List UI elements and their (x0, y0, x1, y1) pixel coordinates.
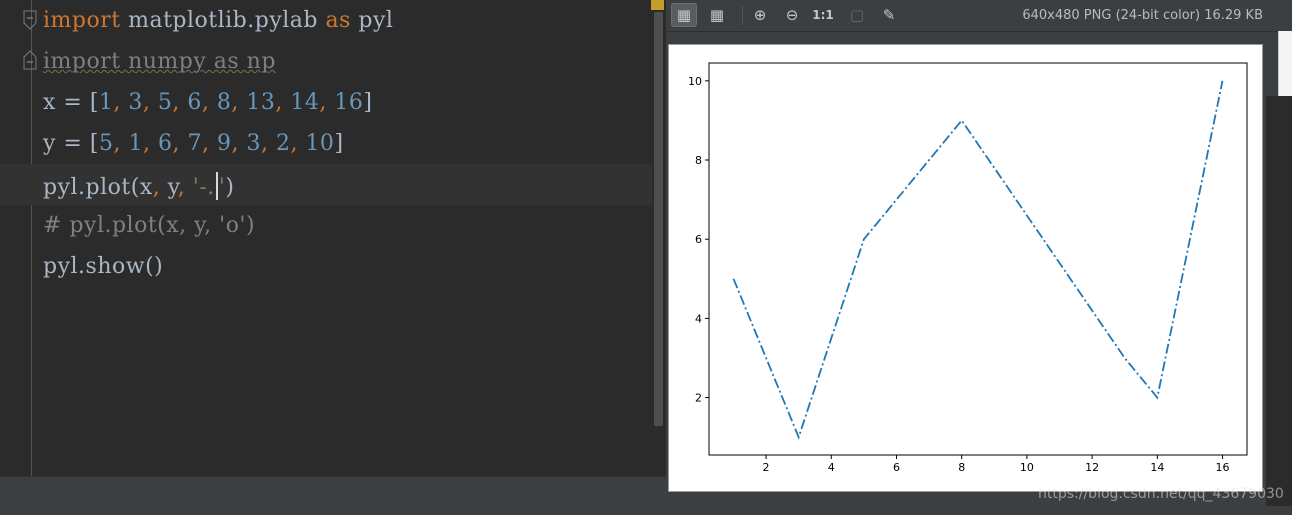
x-tick-label: 8 (958, 461, 965, 474)
code-token: matplotlib.pylab (120, 8, 326, 33)
checkerboard-background-icon[interactable]: ▦ (671, 3, 697, 27)
code-token: ) (225, 175, 235, 200)
code-token: y (167, 175, 178, 200)
code-token: 2 (275, 131, 291, 156)
color-picker-icon[interactable]: ✎ (876, 3, 902, 27)
grid-icon[interactable]: ▦ (704, 3, 730, 27)
fit-zoom-icon[interactable]: ▢ (844, 3, 870, 27)
code-line-text: pyl.show() (43, 254, 163, 280)
y-tick-label: 10 (688, 75, 702, 88)
warning-marker[interactable] (651, 0, 664, 10)
code-token: pyl (350, 8, 394, 33)
code-token: , (152, 175, 168, 200)
code-token: , (260, 131, 276, 156)
code-token: , (290, 131, 306, 156)
code-line-text: import matplotlib.pylab as pyl (43, 8, 393, 34)
x-tick-label: 12 (1085, 461, 1099, 474)
code-line-text: # pyl.plot(x, y, 'o') (43, 213, 255, 239)
code-token: pyl.plot(x (43, 175, 153, 200)
y-tick-label: 2 (695, 392, 702, 405)
x-tick-label: 2 (763, 461, 770, 474)
code-token: 8 (216, 90, 232, 115)
code-token: as (325, 8, 351, 33)
code-token: 6 (187, 90, 202, 115)
editor-scrollbar-thumb[interactable] (654, 12, 663, 426)
code-line-text: import numpy as np (43, 49, 276, 75)
code-editor[interactable]: import matplotlib.pylab as pyl import num… (0, 0, 652, 476)
code-token: y = [ (43, 131, 99, 156)
window-bottom-edge (0, 506, 1292, 515)
code-token: import (43, 8, 121, 33)
code-line[interactable]: y = [5, 1, 6, 7, 9, 3, 2, 10] (0, 123, 652, 164)
code-line-text: pyl.plot(x, y, '-. ') (43, 172, 234, 201)
image-viewer-toolbar: ▦ ▦ ⊕ ⊖ 1:1 ▢ ✎ 640x480 PNG (24-bit color) 16.… (666, 0, 1292, 32)
code-token: 3 (128, 90, 143, 115)
code-token: 6 (157, 131, 173, 156)
code-token: , (172, 131, 188, 156)
actual-size-button[interactable]: 1:1 (810, 3, 836, 27)
line-chart: 2 4 6 8 10 12 14 16 2 4 6 8 10 (688, 62, 1248, 474)
code-token: , (201, 90, 217, 115)
y-tick-label: 4 (695, 312, 702, 325)
code-token: , (177, 175, 193, 200)
code-token: , (113, 90, 129, 115)
code-token: 14 (290, 90, 320, 115)
code-token: , (172, 90, 188, 115)
code-token: 1 (128, 131, 143, 156)
x-tick-label: 16 (1216, 461, 1230, 474)
code-token: 10 (305, 131, 335, 156)
side-panel (1266, 96, 1292, 506)
x-tick-label: 6 (893, 461, 900, 474)
code-token: , (275, 90, 291, 115)
x-tick-label: 4 (828, 461, 835, 474)
fold-end-icon[interactable] (20, 48, 40, 70)
code-token: ] (334, 131, 344, 156)
code-token: import numpy as np (43, 49, 276, 74)
y-tick-label: 8 (695, 154, 702, 167)
zoom-in-icon[interactable]: ⊕ (747, 3, 773, 27)
code-token: , (231, 131, 247, 156)
code-token: 9 (216, 131, 232, 156)
code-token: , (142, 131, 158, 156)
code-line[interactable]: pyl.plot(x, y, '-. ') (0, 164, 652, 205)
code-token: 3 (246, 131, 261, 156)
code-line[interactable]: import matplotlib.pylab as pyl (0, 0, 652, 41)
watermark: https://blog.csdn.net/qq_43679030 (1038, 486, 1284, 502)
code-token: , (201, 131, 217, 156)
code-token: 5 (98, 131, 114, 156)
code-token: 5 (157, 90, 173, 115)
code-token: # pyl.plot(x, y, 'o') (43, 213, 256, 238)
image-viewer: ▦ ▦ ⊕ ⊖ 1:1 ▢ ✎ 640x480 PNG (24-bit color) 16.… (666, 0, 1292, 506)
zoom-out-icon[interactable]: ⊖ (779, 3, 805, 27)
fold-start-icon[interactable] (20, 10, 40, 32)
code-token: 7 (187, 131, 202, 156)
preview-thumbnail[interactable] (1278, 31, 1292, 96)
code-token: , (231, 90, 247, 115)
code-token: '-. (192, 175, 215, 200)
code-token: 1 (98, 90, 114, 115)
code-token: x = [ (43, 90, 99, 115)
text-caret (215, 172, 218, 200)
code-token: 16 (334, 90, 364, 115)
code-token: 13 (246, 90, 276, 115)
code-line[interactable]: import numpy as np (0, 41, 652, 82)
code-line[interactable]: x = [1, 3, 5, 6, 8, 13, 14, 16] (0, 82, 652, 123)
code-token: ] (363, 90, 373, 115)
code-token: pyl.show() (43, 254, 164, 279)
image-file-info: 640x480 PNG (24-bit color) 16.29 KB (1022, 8, 1263, 23)
y-tick-label: 6 (695, 233, 702, 246)
image-canvas[interactable]: 2 4 6 8 10 12 14 16 2 4 6 8 10 (668, 44, 1263, 492)
toolbar-separator (742, 6, 743, 25)
code-line[interactable]: # pyl.plot(x, y, 'o') (0, 205, 652, 246)
code-token: , (319, 90, 335, 115)
code-token: , (142, 90, 158, 115)
plot-area (708, 62, 1248, 456)
code-line-text: y = [5, 1, 6, 7, 9, 3, 2, 10] (43, 131, 344, 157)
x-tick-label: 14 (1150, 461, 1164, 474)
x-tick-label: 10 (1020, 461, 1034, 474)
code-token: , (113, 131, 129, 156)
editor-bottom-bar (0, 476, 668, 507)
code-line-text: x = [1, 3, 5, 6, 8, 13, 14, 16] (43, 90, 373, 116)
code-line[interactable]: pyl.show() (0, 246, 652, 287)
